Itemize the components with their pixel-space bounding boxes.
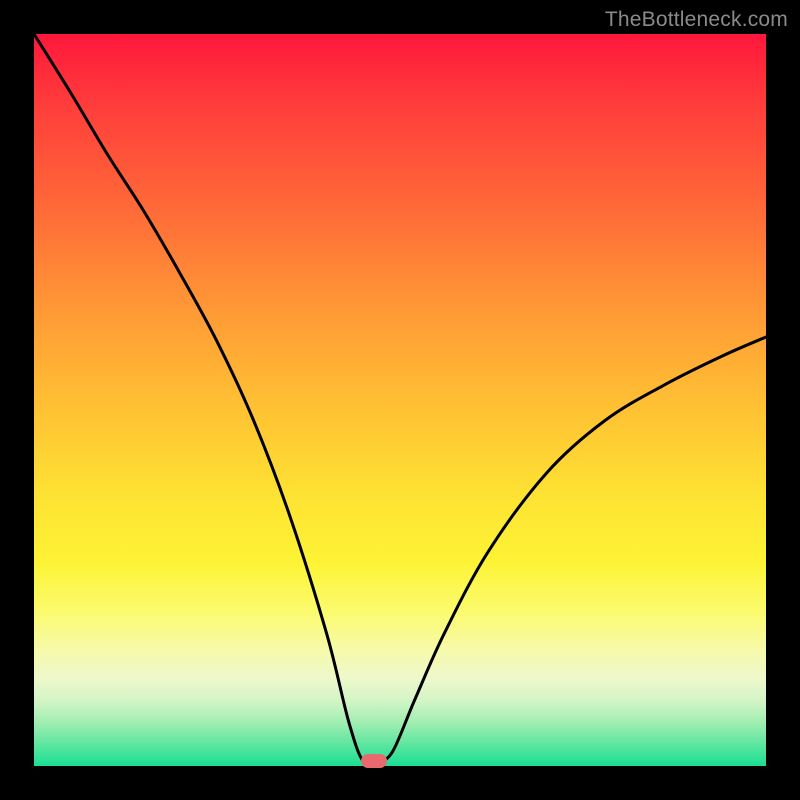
watermark: TheBottleneck.com bbox=[605, 8, 788, 32]
chart-root: TheBottleneck.com bbox=[0, 0, 800, 800]
optimum-marker bbox=[361, 754, 387, 768]
plot-area bbox=[34, 34, 766, 766]
bottleneck-curve bbox=[34, 34, 766, 766]
